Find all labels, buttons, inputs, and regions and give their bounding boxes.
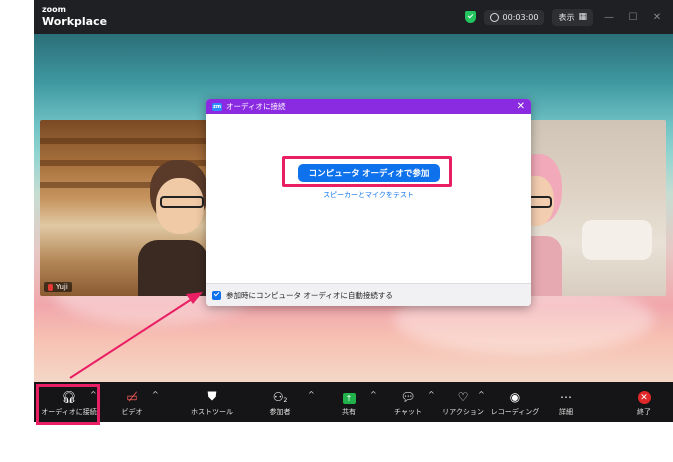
pointer-arrow: [69, 292, 203, 379]
arrow-line: [69, 296, 196, 379]
